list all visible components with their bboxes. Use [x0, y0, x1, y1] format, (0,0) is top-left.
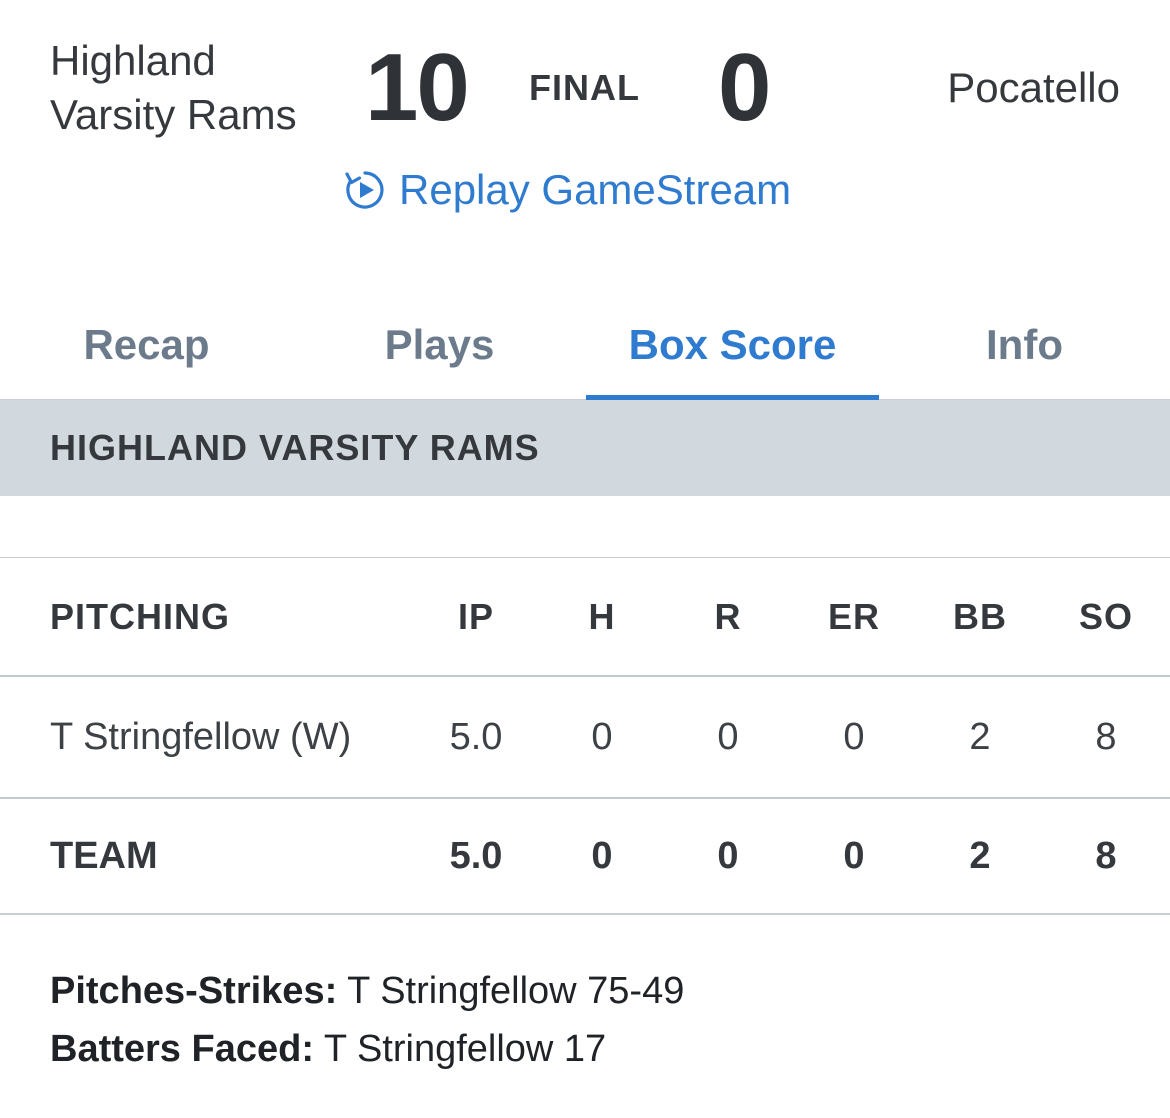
- cell-r: 0: [717, 715, 739, 758]
- player-name[interactable]: T Stringfellow (W): [50, 677, 430, 797]
- table-header-row: PITCHING IP H R ER BB SO: [0, 557, 1170, 675]
- pitching-notes: Pitches-Strikes: T Stringfellow 75-49 Ba…: [50, 962, 684, 1078]
- scoreboard: Highland Varsity Rams 10 FINAL 0 Pocatel…: [0, 0, 1170, 260]
- cell-ip: 5.0: [449, 715, 503, 758]
- column-header-r: R: [714, 595, 742, 637]
- home-score: 10: [365, 34, 470, 141]
- tab-box-score[interactable]: Box Score: [586, 290, 879, 400]
- note-label: Batters Faced:: [50, 1028, 314, 1070]
- replay-gamestream-link[interactable]: Replay GameStream: [343, 162, 791, 218]
- note-label: Pitches-Strikes:: [50, 970, 338, 1012]
- note-batters-faced: Batters Faced: T Stringfellow 17: [50, 1020, 684, 1078]
- cell-er: 0: [843, 715, 865, 758]
- tab-recap[interactable]: Recap: [0, 290, 293, 399]
- total-er: 0: [843, 834, 865, 877]
- cell-so: 8: [1095, 715, 1117, 758]
- total-h: 0: [591, 834, 613, 877]
- column-header-er: ER: [827, 595, 880, 637]
- column-header-ip: IP: [457, 595, 494, 637]
- note-value: T Stringfellow 75-49: [337, 970, 685, 1012]
- team-section-title: HIGHLAND VARSITY RAMS: [50, 427, 540, 468]
- note-pitches-strikes: Pitches-Strikes: T Stringfellow 75-49: [50, 962, 684, 1020]
- total-ip: 5.0: [449, 834, 503, 877]
- cell-bb: 2: [969, 715, 991, 758]
- cell-h: 0: [591, 715, 613, 758]
- tab-bar: Recap Plays Box Score Info: [0, 290, 1170, 400]
- total-so: 8: [1095, 834, 1117, 877]
- tab-plays[interactable]: Plays: [293, 290, 586, 399]
- table-row[interactable]: T Stringfellow (W) 5.0 0 0 0 2 8: [0, 675, 1170, 797]
- team-totals-label: TEAM: [50, 834, 158, 877]
- game-status: FINAL: [529, 67, 640, 108]
- column-header-pitching: PITCHING: [50, 595, 231, 637]
- team-section-header: HIGHLAND VARSITY RAMS: [0, 400, 1170, 496]
- column-header-so: SO: [1078, 595, 1133, 637]
- total-bb: 2: [969, 834, 991, 877]
- away-score: 0: [718, 34, 772, 141]
- home-team-name[interactable]: Highland Varsity Rams: [50, 34, 350, 142]
- column-header-bb: BB: [953, 595, 1007, 637]
- away-team-name[interactable]: Pocatello: [947, 62, 1120, 114]
- replay-label: Replay GameStream: [399, 166, 792, 213]
- total-r: 0: [717, 834, 739, 877]
- pitching-table: PITCHING IP H R ER BB SO T Stringfellow …: [0, 557, 1170, 915]
- note-value: T Stringfellow 17: [313, 1028, 607, 1070]
- team-totals-row: TEAM 5.0 0 0 0 2 8: [0, 797, 1170, 915]
- replay-icon: [343, 168, 387, 212]
- column-header-h: H: [588, 595, 616, 637]
- tab-info[interactable]: Info: [879, 290, 1170, 399]
